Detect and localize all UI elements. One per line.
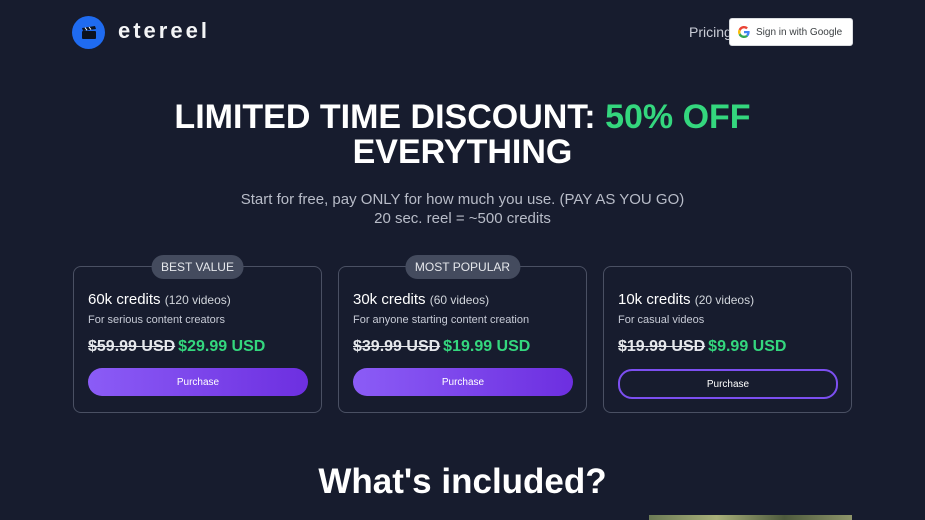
plan-new-price: $29.99 USD <box>178 338 266 355</box>
hero-title-line2: EVERYTHING <box>352 133 573 171</box>
clapperboard-logo-icon[interactable] <box>72 16 105 49</box>
plan-card-60k: BEST VALUE 60k credits (120 videos) For … <box>73 255 322 413</box>
hero-title-text: LIMITED TIME DISCOUNT: <box>174 98 606 136</box>
plan-title: 30k credits (60 videos) <box>353 291 489 308</box>
whats-included-heading: What's included? <box>318 462 607 501</box>
purchase-button[interactable]: Purchase <box>353 368 573 396</box>
plan-old-price: $19.99 USD <box>618 338 706 355</box>
google-g-icon <box>738 26 750 38</box>
hero-subtitle: Start for free, pay ONLY for how much yo… <box>0 190 925 228</box>
plan-new-price: $19.99 USD <box>443 338 531 355</box>
clapperboard-icon <box>81 25 96 39</box>
plan-credits: 60k credits <box>88 291 161 308</box>
purchase-button[interactable]: Purchase <box>88 368 308 396</box>
plan-credits: 30k credits <box>353 291 426 308</box>
google-signin-label: Sign in with Google <box>756 26 843 38</box>
hero-title-accent: 50% OFF <box>605 98 751 136</box>
brand-name[interactable]: etereel <box>118 18 210 44</box>
plan-prices: $19.99 USD $9.99 USD <box>618 338 786 356</box>
plan-description: For serious content creators <box>88 314 225 326</box>
feature-preview-image <box>649 515 852 520</box>
hero-title: LIMITED TIME DISCOUNT: 50% OFF EVERYTHIN… <box>0 100 925 170</box>
plan-title: 10k credits (20 videos) <box>618 291 754 308</box>
plan-old-price: $59.99 USD <box>88 338 176 355</box>
hero-subtitle-line1: Start for free, pay ONLY for how much yo… <box>240 191 685 208</box>
nav-pricing-link[interactable]: Pricing <box>689 24 732 40</box>
plan-prices: $59.99 USD $29.99 USD <box>88 338 265 356</box>
plan-card-10k: 10k credits (20 videos) For casual video… <box>603 266 852 413</box>
top-header: etereel Pricing Sign in with Google <box>0 0 925 64</box>
plan-badge: BEST VALUE <box>151 255 244 279</box>
plan-credits: 10k credits <box>618 291 691 308</box>
plan-title: 60k credits (120 videos) <box>88 291 231 308</box>
plan-badge: MOST POPULAR <box>404 255 521 279</box>
plan-card-30k: MOST POPULAR 30k credits (60 videos) For… <box>338 255 587 413</box>
plan-old-price: $39.99 USD <box>353 338 441 355</box>
purchase-button[interactable]: Purchase <box>618 369 838 399</box>
plan-description: For casual videos <box>618 314 705 326</box>
plan-new-price: $9.99 USD <box>708 338 787 355</box>
plan-prices: $39.99 USD $19.99 USD <box>353 338 530 356</box>
plan-description: For anyone starting content creation <box>353 314 530 326</box>
google-signin-button[interactable]: Sign in with Google <box>729 18 853 46</box>
plan-videos: (20 videos) <box>694 293 755 307</box>
plan-videos: (60 videos) <box>429 293 490 307</box>
hero-subtitle-line2: 20 sec. reel = ~500 credits <box>374 210 551 227</box>
plan-videos: (120 videos) <box>164 293 231 307</box>
